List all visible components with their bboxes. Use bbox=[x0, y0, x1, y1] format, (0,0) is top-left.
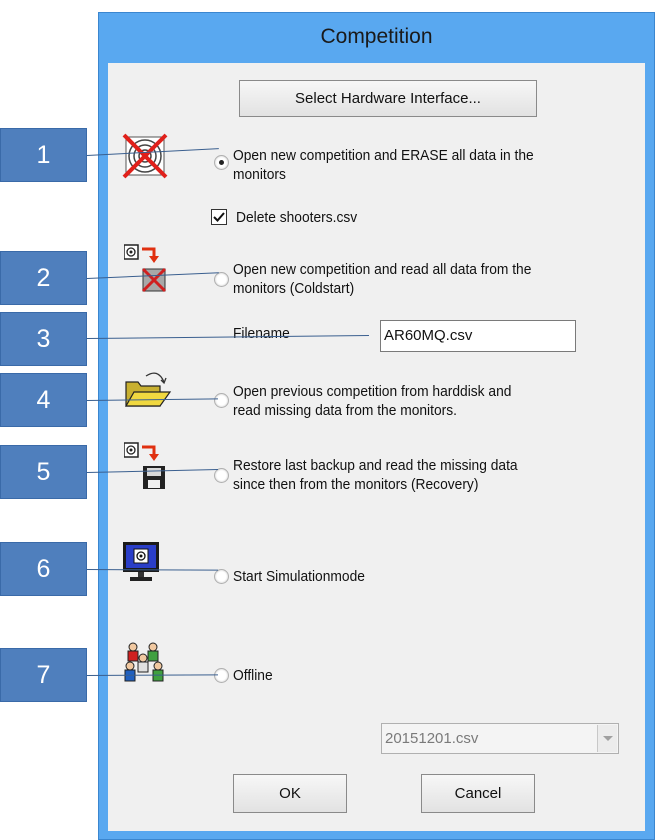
option-erase-radio[interactable] bbox=[214, 155, 229, 170]
option-previous-label-line2: read missing data from the monitors. bbox=[233, 402, 457, 419]
callout-4: 4 bbox=[0, 373, 87, 427]
option-coldstart-radio[interactable] bbox=[214, 272, 229, 287]
delete-shooters-label: Delete shooters.csv bbox=[236, 209, 358, 226]
cancel-button[interactable]: Cancel bbox=[421, 774, 535, 813]
dialog-title: Competition bbox=[320, 25, 433, 48]
open-folder-icon bbox=[124, 372, 172, 407]
filename-input[interactable]: AR60MQ.csv bbox=[380, 320, 576, 352]
option-coldstart-label-line1: Open new competition and read all data f… bbox=[233, 261, 532, 278]
target-crossed-out-icon bbox=[122, 133, 168, 179]
option-simulation-label: Start Simulationmode bbox=[233, 568, 365, 585]
option-offline-radio[interactable] bbox=[214, 668, 229, 683]
option-recovery-label-line1: Restore last backup and read the missing… bbox=[233, 457, 518, 474]
people-group-icon bbox=[124, 642, 164, 682]
callout-6: 6 bbox=[0, 542, 87, 596]
dialog-client-area: Select Hardware Interface... Open new co… bbox=[108, 63, 645, 831]
monitor-target-icon bbox=[123, 542, 159, 581]
checkmark-icon bbox=[213, 212, 225, 222]
option-recovery-radio[interactable] bbox=[214, 468, 229, 483]
option-coldstart-label-line2: monitors (Coldstart) bbox=[233, 280, 355, 297]
option-simulation-radio[interactable] bbox=[214, 569, 229, 584]
delete-shooters-checkbox[interactable] bbox=[211, 209, 227, 225]
option-erase-label-line2: monitors bbox=[233, 166, 286, 183]
option-previous-label-line1: Open previous competition from harddisk … bbox=[233, 383, 512, 400]
callout-5: 5 bbox=[0, 445, 87, 499]
callout-3: 3 bbox=[0, 312, 87, 366]
option-erase-label-line1: Open new competition and ERASE all data … bbox=[233, 147, 534, 164]
filename-label: Filename bbox=[233, 325, 290, 342]
chevron-down-icon[interactable] bbox=[597, 725, 617, 752]
option-recovery-label-line2: since then from the monitors (Recovery) bbox=[233, 476, 479, 493]
offline-file-selected-value: 20151201.csv bbox=[385, 730, 479, 747]
ok-button[interactable]: OK bbox=[233, 774, 347, 813]
callout-2: 2 bbox=[0, 251, 87, 305]
option-previous-radio[interactable] bbox=[214, 393, 229, 408]
target-to-floppy-icon bbox=[124, 442, 165, 489]
competition-dialog: Competition Select Hardware Interface...… bbox=[98, 12, 655, 840]
callout-1: 1 bbox=[0, 128, 87, 182]
option-offline-label: Offline bbox=[233, 667, 273, 684]
callout-7: 7 bbox=[0, 648, 87, 702]
select-hardware-interface-button[interactable]: Select Hardware Interface... bbox=[239, 80, 537, 117]
offline-file-select[interactable]: 20151201.csv bbox=[381, 723, 619, 754]
target-to-crossed-disk-icon bbox=[124, 244, 167, 293]
